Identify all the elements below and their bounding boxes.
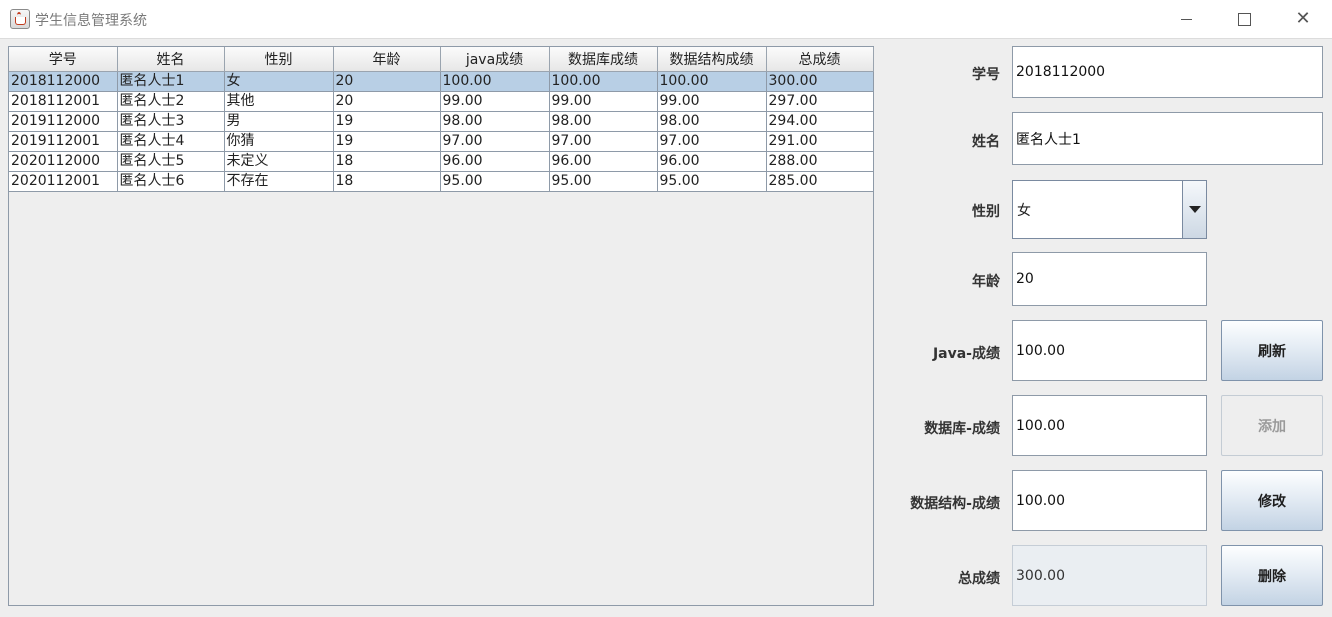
modify-button[interactable]: 修改 xyxy=(1221,470,1323,531)
column-header-data-structure[interactable]: 数据结构成绩 xyxy=(657,47,767,72)
table-cell[interactable]: 匿名人士6 xyxy=(117,171,225,192)
table-cell[interactable]: 99.00 xyxy=(440,91,550,112)
table-cell[interactable]: 19 xyxy=(333,111,441,132)
table-cell[interactable]: 100.00 xyxy=(549,71,658,92)
total-score-label: 总成绩 xyxy=(958,571,1000,587)
table-cell[interactable]: 294.00 xyxy=(766,111,874,132)
table-cell[interactable]: 匿名人士3 xyxy=(117,111,225,132)
table-cell[interactable]: 其他 xyxy=(224,91,334,112)
age-label: 年龄 xyxy=(972,274,1000,290)
gender-dropdown-button[interactable] xyxy=(1182,181,1206,238)
table-cell[interactable]: 2019112000 xyxy=(9,111,118,132)
table-cell[interactable]: 97.00 xyxy=(657,131,767,152)
maximize-icon xyxy=(1237,12,1251,26)
gender-label: 性别 xyxy=(972,204,1000,220)
column-header-gender[interactable]: 性别 xyxy=(224,47,334,72)
java-score-field[interactable]: 100.00 xyxy=(1012,320,1207,381)
close-icon: ✕ xyxy=(1295,8,1311,29)
table-cell[interactable]: 97.00 xyxy=(440,131,550,152)
table-cell[interactable]: 你猜 xyxy=(224,131,334,152)
id-field[interactable]: 2018112000 xyxy=(1012,46,1323,98)
table-row[interactable]: 2020112000 匿名人士5 未定义 18 96.00 96.00 96.0… xyxy=(9,151,874,172)
table-cell[interactable]: 98.00 xyxy=(440,111,550,132)
student-table[interactable]: 学号 姓名 性别 年龄 java成绩 数据库成绩 数据结构成绩 总成绩 2018… xyxy=(8,46,874,606)
title-bar: 学生信息管理系统 ✕ xyxy=(0,0,1332,39)
java-cup-icon xyxy=(10,9,30,29)
table-row[interactable]: 2018112000 匿名人士1 女 20 100.00 100.00 100.… xyxy=(9,71,874,92)
table-cell[interactable]: 285.00 xyxy=(766,171,874,192)
refresh-button[interactable]: 刷新 xyxy=(1221,320,1323,381)
table-row[interactable]: 2019112001 匿名人士4 你猜 19 97.00 97.00 97.00… xyxy=(9,131,874,152)
table-cell[interactable]: 98.00 xyxy=(549,111,658,132)
table-row[interactable]: 2018112001 匿名人士2 其他 20 99.00 99.00 99.00… xyxy=(9,91,874,112)
column-header-age[interactable]: 年龄 xyxy=(333,47,441,72)
table-cell[interactable]: 95.00 xyxy=(440,171,550,192)
table-cell[interactable]: 未定义 xyxy=(224,151,334,172)
table-cell[interactable]: 女 xyxy=(224,71,334,92)
table-cell[interactable]: 288.00 xyxy=(766,151,874,172)
id-label: 学号 xyxy=(972,67,1000,83)
table-cell[interactable]: 匿名人士5 xyxy=(117,151,225,172)
table-cell[interactable]: 2020112000 xyxy=(9,151,118,172)
table-cell[interactable]: 2018112001 xyxy=(9,91,118,112)
minimize-button[interactable] xyxy=(1163,0,1209,38)
table-cell[interactable]: 95.00 xyxy=(549,171,658,192)
table-cell[interactable]: 99.00 xyxy=(549,91,658,112)
table-cell[interactable]: 98.00 xyxy=(657,111,767,132)
table-cell[interactable]: 18 xyxy=(333,151,441,172)
table-cell[interactable]: 95.00 xyxy=(657,171,767,192)
column-header-id[interactable]: 学号 xyxy=(9,47,118,72)
table-cell[interactable]: 297.00 xyxy=(766,91,874,112)
table-cell[interactable]: 96.00 xyxy=(657,151,767,172)
table-row[interactable]: 2020112001 匿名人士6 不存在 18 95.00 95.00 95.0… xyxy=(9,171,874,192)
table-header: 学号 姓名 性别 年龄 java成绩 数据库成绩 数据结构成绩 总成绩 xyxy=(9,47,874,72)
data-structure-score-field[interactable]: 100.00 xyxy=(1012,470,1207,531)
table-cell[interactable]: 2020112001 xyxy=(9,171,118,192)
delete-button[interactable]: 删除 xyxy=(1221,545,1323,606)
table-cell[interactable]: 96.00 xyxy=(549,151,658,172)
age-field[interactable]: 20 xyxy=(1012,252,1207,306)
table-cell[interactable]: 20 xyxy=(333,91,441,112)
table-cell[interactable]: 20 xyxy=(333,71,441,92)
table-cell[interactable]: 匿名人士2 xyxy=(117,91,225,112)
table-cell[interactable]: 97.00 xyxy=(549,131,658,152)
table-cell[interactable]: 匿名人士1 xyxy=(117,71,225,92)
column-header-database[interactable]: 数据库成绩 xyxy=(549,47,658,72)
chevron-down-icon xyxy=(1188,206,1201,213)
database-score-field[interactable]: 100.00 xyxy=(1012,395,1207,456)
column-header-java[interactable]: java成绩 xyxy=(440,47,550,72)
java-score-label: Java-成绩 xyxy=(932,346,1000,362)
maximize-button[interactable] xyxy=(1221,0,1267,38)
data-structure-score-label: 数据结构-成绩 xyxy=(910,496,1000,512)
total-score-field: 300.00 xyxy=(1012,545,1207,606)
add-button: 添加 xyxy=(1221,395,1323,456)
table-cell[interactable]: 男 xyxy=(224,111,334,132)
database-score-label: 数据库-成绩 xyxy=(924,421,1000,437)
table-cell[interactable]: 2018112000 xyxy=(9,71,118,92)
table-cell[interactable]: 96.00 xyxy=(440,151,550,172)
table-cell[interactable]: 100.00 xyxy=(440,71,550,92)
table-cell[interactable]: 匿名人士4 xyxy=(117,131,225,152)
table-cell[interactable]: 99.00 xyxy=(657,91,767,112)
name-field[interactable]: 匿名人士1 xyxy=(1012,112,1323,165)
table-cell[interactable]: 19 xyxy=(333,131,441,152)
column-header-name[interactable]: 姓名 xyxy=(117,47,225,72)
gender-select[interactable]: 女 xyxy=(1012,180,1207,239)
table-cell[interactable]: 100.00 xyxy=(657,71,767,92)
window-title: 学生信息管理系统 xyxy=(35,13,147,29)
close-button[interactable]: ✕ xyxy=(1280,0,1326,38)
gender-selected-value: 女 xyxy=(1017,202,1031,219)
table-cell[interactable]: 不存在 xyxy=(224,171,334,192)
minimize-icon xyxy=(1180,18,1192,20)
name-label: 姓名 xyxy=(972,134,1000,150)
table-cell[interactable]: 18 xyxy=(333,171,441,192)
table-cell[interactable]: 2019112001 xyxy=(9,131,118,152)
table-row[interactable]: 2019112000 匿名人士3 男 19 98.00 98.00 98.00 … xyxy=(9,111,874,132)
